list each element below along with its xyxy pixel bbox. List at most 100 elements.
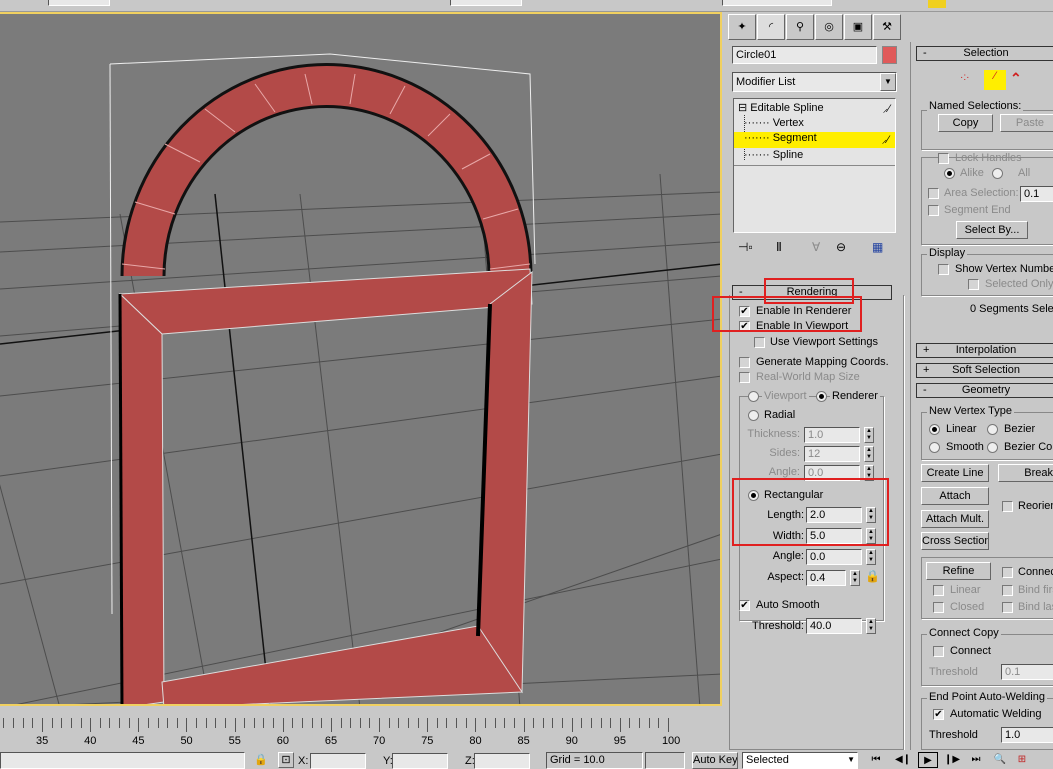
cross-section-button[interactable]: Cross Section: [921, 532, 989, 550]
create-line-button[interactable]: Create Line: [921, 464, 989, 482]
attach-button[interactable]: Attach: [921, 487, 989, 505]
linear-radio[interactable]: [929, 424, 940, 435]
go-to-start-icon[interactable]: ⏮: [866, 752, 886, 768]
next-frame-icon[interactable]: ❙▶: [942, 752, 962, 768]
object-name-field[interactable]: Circle01: [732, 46, 877, 64]
make-unique-icon[interactable]: ∀: [812, 240, 820, 254]
vertex-level-icon[interactable]: ·:·: [960, 72, 969, 83]
tick-mark: [263, 718, 265, 728]
y-coordinate-field[interactable]: [392, 753, 448, 769]
stack-item-segment[interactable]: ······· Segment ⸝⁄: [734, 132, 895, 148]
threshold-spinner[interactable]: ▲ ▼: [866, 618, 876, 634]
stack-item-editable-spline[interactable]: ⊟ Editable Spline ⸝⁄: [738, 101, 896, 115]
modify-tab[interactable]: ◜: [757, 14, 785, 40]
segment-level-icon[interactable]: ⁄: [984, 70, 1006, 90]
previous-frame-icon[interactable]: ◀❙: [893, 752, 913, 768]
aspect-field[interactable]: 0.4: [806, 570, 846, 586]
configure-modifier-sets-icon[interactable]: ▦: [872, 240, 883, 254]
break-button[interactable]: Break: [998, 464, 1053, 482]
display-tab[interactable]: ▣: [844, 14, 872, 40]
renderer-radio[interactable]: [816, 391, 827, 402]
spline-level-icon[interactable]: ⌃: [1010, 70, 1022, 87]
copy-button[interactable]: Copy: [938, 114, 993, 132]
show-vertex-numbers-checkbox[interactable]: [938, 264, 949, 275]
attach-mult-button[interactable]: Attach Mult.: [921, 510, 989, 528]
hierarchy-tab[interactable]: ⚲: [786, 14, 814, 40]
snap-toggle-icon[interactable]: [928, 0, 946, 8]
selection-set-dropdown[interactable]: [450, 0, 522, 6]
threshold-field[interactable]: 40.0: [806, 618, 862, 634]
reference-coordinate-dropdown[interactable]: [48, 0, 110, 6]
lock-selection-icon[interactable]: 🔒: [254, 753, 268, 766]
thickness-field[interactable]: 1.0: [804, 427, 860, 443]
create-tab[interactable]: ✦: [728, 14, 756, 40]
selected-only-checkbox[interactable]: [968, 279, 979, 290]
geometry-rollout-header[interactable]: - Geometry: [916, 383, 1053, 398]
segment-end-checkbox[interactable]: [928, 205, 939, 216]
refine-linear-checkbox[interactable]: [933, 585, 944, 596]
zoom-all-icon[interactable]: ⊞: [1012, 752, 1032, 768]
select-by-button[interactable]: Select By...: [956, 221, 1028, 239]
stack-item-spline[interactable]: ······· Spline: [744, 149, 894, 161]
smooth-radio[interactable]: [929, 442, 940, 453]
auto-smooth-checkbox[interactable]: ✔: [739, 600, 750, 611]
named-selection-field[interactable]: [722, 0, 832, 6]
chevron-down-icon[interactable]: ▼: [880, 73, 896, 91]
sides-spinner[interactable]: ▲ ▼: [864, 446, 874, 462]
connect-checkbox[interactable]: [1002, 567, 1013, 578]
perspective-viewport[interactable]: [0, 12, 722, 706]
use-viewport-settings-checkbox[interactable]: [754, 337, 765, 348]
soft-selection-rollout-header[interactable]: + Soft Selection: [916, 363, 1053, 378]
stack-item-vertex[interactable]: ······· Vertex: [744, 117, 894, 129]
area-selection-checkbox[interactable]: [928, 188, 939, 199]
reorient-checkbox[interactable]: [1002, 501, 1013, 512]
zoom-icon[interactable]: 🔍: [990, 752, 1010, 768]
lock-handles-checkbox[interactable]: [938, 153, 949, 164]
viewport-radio[interactable]: [748, 391, 759, 402]
lock-aspect-icon[interactable]: 🔒: [865, 569, 880, 583]
time-tag[interactable]: [645, 752, 685, 769]
aspect-spinner[interactable]: ▲ ▼: [850, 570, 860, 586]
bezier-radio[interactable]: [987, 424, 998, 435]
absolute-mode-icon[interactable]: ⊡: [278, 752, 294, 768]
paste-button[interactable]: Paste: [1000, 114, 1053, 132]
play-icon[interactable]: ▶: [918, 752, 938, 768]
generate-mapping-checkbox[interactable]: [739, 357, 750, 368]
weld-threshold-field[interactable]: 1.0: [1001, 727, 1053, 743]
rect-angle-field[interactable]: 0.0: [806, 549, 862, 565]
auto-key-button[interactable]: Auto Key: [692, 752, 738, 769]
bind-first-checkbox[interactable]: [1002, 585, 1013, 596]
connect-copy-checkbox[interactable]: [933, 646, 944, 657]
selection-rollout-header[interactable]: - Selection: [916, 46, 1053, 61]
automatic-welding-checkbox[interactable]: ✔: [933, 709, 944, 720]
sides-field[interactable]: 12: [804, 446, 860, 462]
interpolation-rollout-header[interactable]: + Interpolation: [916, 343, 1053, 358]
remove-modifier-icon[interactable]: ⊖: [836, 240, 846, 254]
key-filter-dropdown[interactable]: Selected ▼: [742, 752, 858, 769]
go-to-end-icon[interactable]: ⏭: [966, 752, 986, 768]
bezier-corner-radio[interactable]: [987, 442, 998, 453]
tick-mark: [51, 718, 53, 728]
rect-angle-spinner[interactable]: ▲ ▼: [866, 549, 876, 565]
z-coordinate-field[interactable]: [474, 753, 530, 769]
alike-radio[interactable]: [944, 168, 955, 179]
real-world-map-size-checkbox[interactable]: [739, 372, 750, 383]
tick-mark: [610, 718, 612, 728]
thickness-spinner[interactable]: ▲ ▼: [864, 427, 874, 443]
show-end-result-icon[interactable]: Ⅱ: [776, 240, 782, 254]
bind-last-checkbox[interactable]: [1002, 602, 1013, 613]
all-radio[interactable]: [992, 168, 1003, 179]
track-bar[interactable]: 35 40 45 50 55 60 65 70 75 80 85 90 95 100: [0, 708, 724, 750]
connect-copy-threshold-field[interactable]: 0.1: [1001, 664, 1053, 680]
motion-tab[interactable]: ◎: [815, 14, 843, 40]
pin-stack-icon[interactable]: ⊣▫: [738, 240, 753, 254]
x-coordinate-field[interactable]: [310, 753, 366, 769]
refine-button[interactable]: Refine: [926, 562, 991, 580]
tick-mark: [167, 718, 169, 728]
radial-radio[interactable]: [748, 410, 759, 421]
closed-checkbox[interactable]: [933, 602, 944, 613]
modifier-list-dropdown[interactable]: Modifier List ▼: [732, 72, 897, 92]
utilities-tab[interactable]: ⚒: [873, 14, 901, 40]
area-selection-field[interactable]: 0.1: [1020, 186, 1053, 202]
object-color-swatch[interactable]: [882, 46, 897, 64]
